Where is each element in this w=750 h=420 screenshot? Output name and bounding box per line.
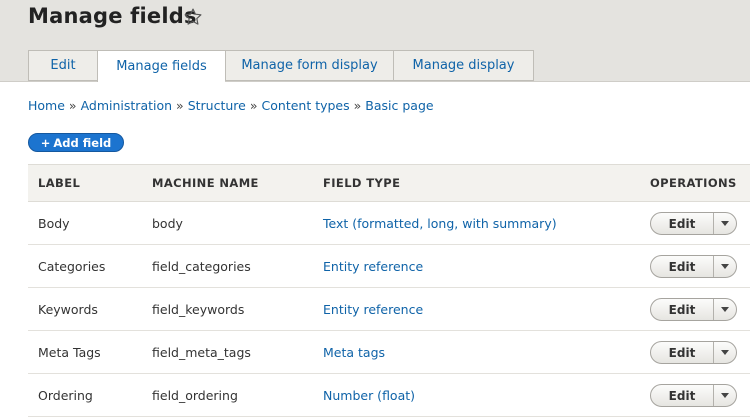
operations-dropdown-toggle[interactable] [713, 385, 736, 406]
table-row: Meta Tags field_meta_tags Meta tags Edit [28, 331, 750, 374]
field-label: Meta Tags [38, 345, 101, 360]
field-label: Categories [38, 259, 106, 274]
field-machine-name: body [152, 216, 183, 231]
field-type-link[interactable]: Entity reference [323, 259, 423, 274]
table-row: Ordering field_ordering Number (float) E… [28, 374, 750, 417]
chevron-down-icon [721, 221, 729, 226]
breadcrumb: Home» Administration» Structure» Content ty… [28, 98, 434, 113]
column-header-label: LABEL [38, 176, 81, 190]
breadcrumb-structure[interactable]: Structure [188, 98, 246, 113]
add-field-button[interactable]: + Add field [28, 133, 124, 152]
tab-manage-form-display[interactable]: Manage form display [225, 50, 393, 81]
chevron-down-icon [721, 350, 729, 355]
operations-dropbutton: Edit [650, 212, 737, 235]
field-machine-name: field_ordering [152, 388, 238, 403]
edit-button[interactable]: Edit [651, 299, 713, 320]
star-outline-icon[interactable] [183, 7, 203, 27]
field-type-link[interactable]: Number (float) [323, 388, 415, 403]
column-header-machine-name: MACHINE NAME [152, 176, 259, 190]
tab-manage-fields[interactable]: Manage fields [97, 50, 225, 82]
edit-button[interactable]: Edit [651, 256, 713, 277]
field-type-link[interactable]: Meta tags [323, 345, 385, 360]
operations-dropdown-toggle[interactable] [713, 342, 736, 363]
field-machine-name: field_categories [152, 259, 251, 274]
table-header: LABEL MACHINE NAME FIELD TYPE OPERATIONS [28, 164, 750, 202]
breadcrumb-basic-page[interactable]: Basic page [365, 98, 433, 113]
chevron-down-icon [721, 393, 729, 398]
edit-button[interactable]: Edit [651, 342, 713, 363]
page-header: Manage fields Edit Manage fields Manage … [0, 0, 750, 82]
field-type-link[interactable]: Entity reference [323, 302, 423, 317]
edit-button[interactable]: Edit [651, 213, 713, 234]
tab-manage-display[interactable]: Manage display [393, 50, 534, 81]
column-header-operations: OPERATIONS [650, 176, 737, 190]
operations-dropdown-toggle[interactable] [713, 299, 736, 320]
field-label: Keywords [38, 302, 98, 317]
field-machine-name: field_keywords [152, 302, 245, 317]
field-label: Ordering [38, 388, 93, 403]
breadcrumb-separator: » [249, 98, 258, 113]
fields-table: LABEL MACHINE NAME FIELD TYPE OPERATIONS… [28, 164, 750, 417]
breadcrumb-separator: » [353, 98, 362, 113]
operations-dropdown-toggle[interactable] [713, 213, 736, 234]
breadcrumb-content-types[interactable]: Content types [262, 98, 350, 113]
add-field-label: Add field [53, 135, 112, 150]
chevron-down-icon [721, 264, 729, 269]
breadcrumb-home[interactable]: Home [28, 98, 65, 113]
tab-bar: Edit Manage fields Manage form display M… [28, 50, 534, 82]
table-row: Body body Text (formatted, long, with su… [28, 202, 750, 245]
breadcrumb-separator: » [68, 98, 77, 113]
field-type-link[interactable]: Text (formatted, long, with summary) [323, 216, 557, 231]
operations-dropbutton: Edit [650, 384, 737, 407]
field-machine-name: field_meta_tags [152, 345, 251, 360]
operations-dropbutton: Edit [650, 341, 737, 364]
edit-button[interactable]: Edit [651, 385, 713, 406]
column-header-field-type: FIELD TYPE [323, 176, 401, 190]
operations-dropbutton: Edit [650, 298, 737, 321]
tab-edit[interactable]: Edit [28, 50, 97, 81]
operations-dropdown-toggle[interactable] [713, 256, 736, 277]
chevron-down-icon [721, 307, 729, 312]
plus-icon: + [40, 135, 51, 150]
breadcrumb-separator: » [176, 98, 184, 113]
field-label: Body [38, 216, 70, 231]
operations-dropbutton: Edit [650, 255, 737, 278]
breadcrumb-administration[interactable]: Administration [81, 98, 172, 113]
table-row: Keywords field_keywords Entity reference… [28, 288, 750, 331]
page-title: Manage fields [28, 4, 197, 28]
table-row: Categories field_categories Entity refer… [28, 245, 750, 288]
